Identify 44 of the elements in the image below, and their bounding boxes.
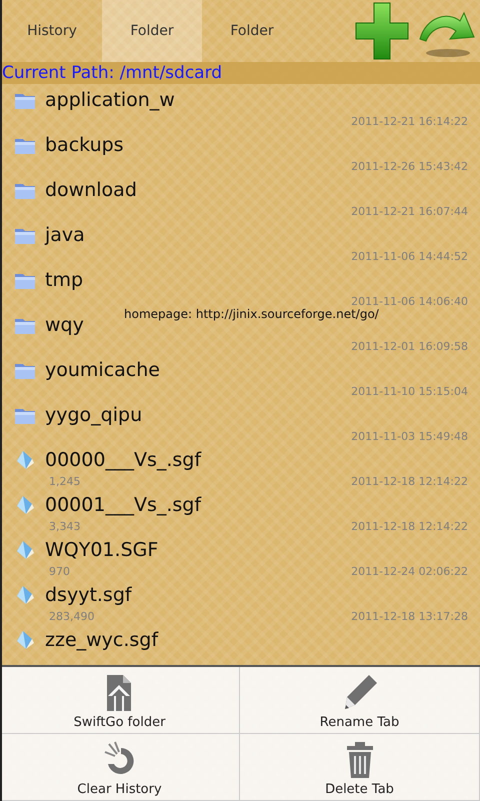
file-size: 3,343	[48, 520, 80, 533]
modified-date: 2011-12-26 15:43:42	[351, 160, 468, 173]
modified-date: 2011-12-01 16:09:58	[351, 340, 468, 353]
modified-date: 2011-11-06 14:44:52	[351, 250, 468, 263]
file-name: 00001___Vs_.sgf	[45, 494, 202, 516]
modified-date: 2011-12-18 13:17:28	[351, 610, 468, 623]
file-icon	[14, 584, 36, 606]
file-name: tmp	[45, 269, 84, 291]
file-name: zze_wyc.sgf	[45, 629, 158, 651]
modified-date: 2011-12-24 02:06:22	[351, 565, 468, 578]
tab[interactable]: Folder	[102, 0, 202, 62]
add-icon[interactable]	[354, 1, 410, 61]
file-name: yygo_qipu	[45, 404, 142, 426]
file-name: download	[45, 179, 137, 201]
modified-date: 2011-11-03 15:49:48	[351, 430, 468, 443]
file-size: 1,245	[48, 475, 80, 488]
modified-date: 2011-12-18 12:14:22	[351, 520, 468, 533]
file-name: application_w	[45, 89, 175, 111]
menu-item[interactable]: Rename Tab	[240, 667, 480, 734]
modified-date: 2011-12-18 12:14:22	[351, 475, 468, 488]
modified-date: 2011-11-10 15:15:04	[351, 385, 468, 398]
file-name: backups	[45, 134, 124, 156]
file-name: wqy	[45, 314, 84, 336]
tab[interactable]: Folder	[202, 0, 302, 62]
file-icon	[14, 629, 36, 651]
file-name: java	[45, 224, 85, 246]
file-icon	[14, 449, 36, 471]
file-name: WQY01.SGF	[45, 539, 158, 561]
modified-date: 2011-11-06 14:06:40	[351, 295, 468, 308]
file-icon	[14, 494, 36, 516]
file-size: 283,490	[48, 610, 94, 623]
tab[interactable]: History	[2, 0, 102, 62]
modified-date: 2011-12-21 16:14:22	[351, 115, 468, 128]
homepage-link[interactable]: homepage: http://jinix.sourceforge.net/go/	[124, 307, 379, 321]
file-name: dsyyt.sgf	[45, 584, 132, 606]
menu-item[interactable]: SwiftGo folder	[2, 667, 240, 734]
file-size: 970	[48, 565, 70, 578]
menu-item[interactable]: Clear History	[2, 734, 240, 801]
modified-date: 2011-12-21 16:07:44	[351, 205, 468, 218]
file-name: youmicache	[45, 359, 160, 381]
current-path: Current Path: /mnt/sdcard	[2, 62, 480, 84]
file-name: 00000___Vs_.sgf	[45, 449, 202, 471]
file-icon	[14, 539, 36, 561]
menu-item[interactable]: Delete Tab	[240, 734, 480, 801]
